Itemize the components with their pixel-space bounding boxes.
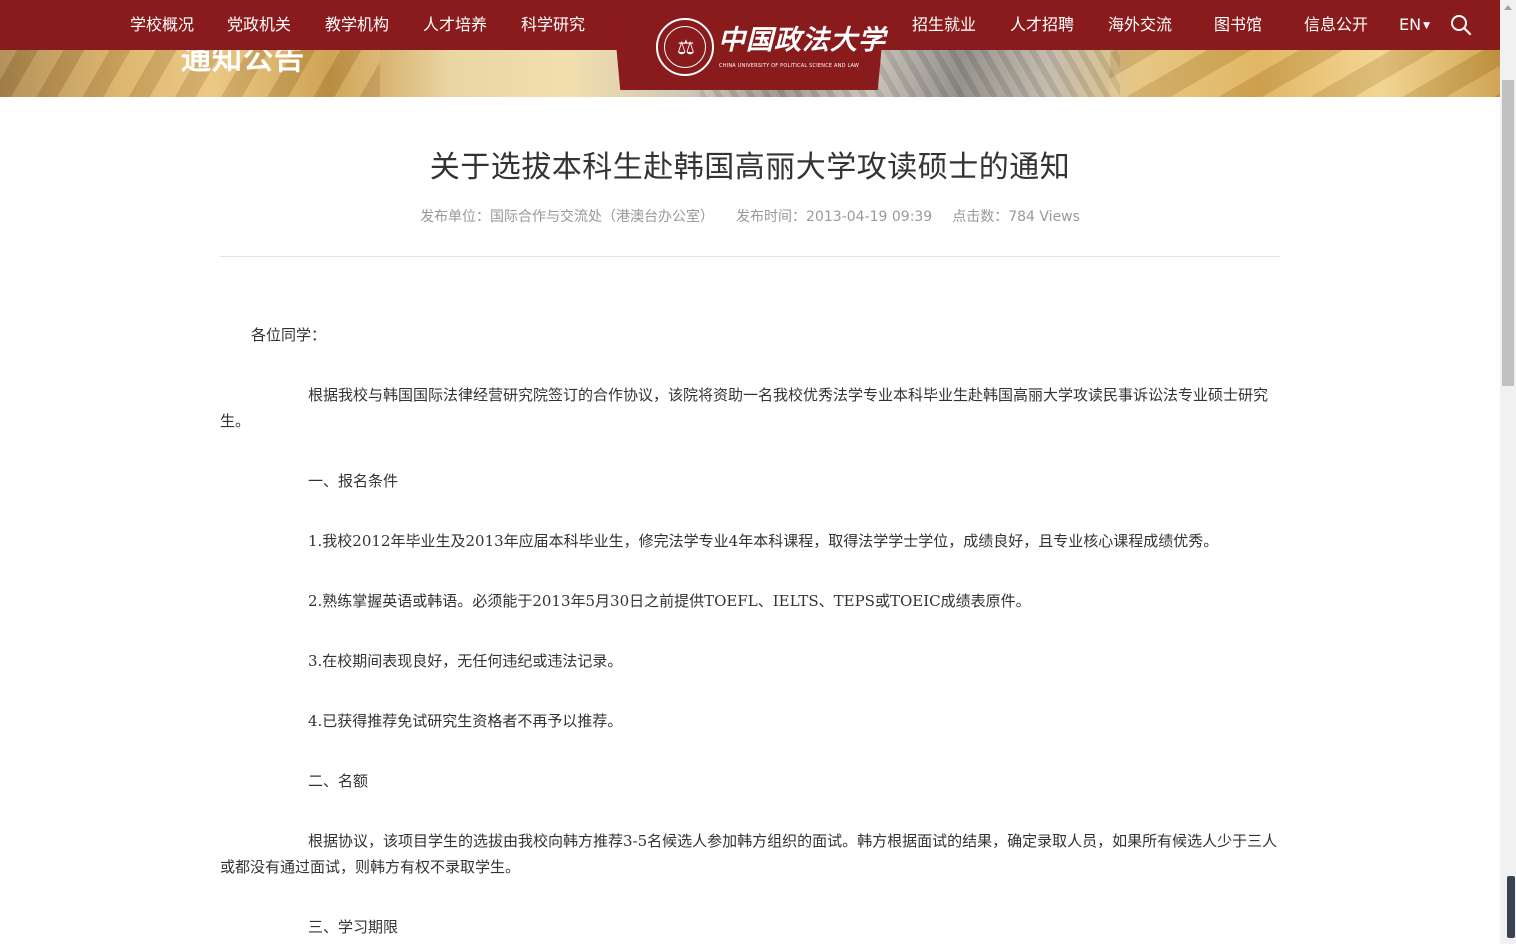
nav-item-recruitment[interactable]: 人才招聘 (1010, 0, 1074, 50)
search-icon[interactable] (1450, 14, 1472, 36)
section-heading: 二、名额 (308, 772, 369, 790)
nav-item-teaching-units[interactable]: 教学机构 (325, 0, 389, 50)
nav-item-admissions[interactable]: 招生就业 (912, 0, 976, 50)
title-divider (220, 256, 1280, 257)
view-count: 点击数：784 Views (952, 209, 1080, 225)
body-paragraph: 根据我校与韩国国际法律经营研究院签订的合作协议，该院将资助一名我校优秀法学专业本… (220, 386, 1269, 430)
language-label: EN (1399, 15, 1422, 34)
article-title: 关于选拔本科生赴韩国高丽大学攻读硕士的通知 (429, 150, 1071, 185)
salutation: 各位同学： (251, 326, 327, 344)
body-paragraph: 3.在校期间表现良好，无任何违纪或违法记录。 (308, 652, 623, 670)
nav-item-research[interactable]: 科学研究 (521, 0, 585, 50)
body-paragraph: 4.已获得推荐免试研究生资格者不再予以推荐。 (308, 712, 623, 730)
scales-of-justice-icon: ⚖ (677, 35, 695, 59)
nav-item-talent-training[interactable]: 人才培养 (423, 0, 487, 50)
floating-side-handle[interactable] (1507, 876, 1515, 938)
university-emblem-icon[interactable]: ⚖ (656, 18, 714, 76)
body-paragraph: 2.熟练掌握英语或韩语。必须能于2013年5月30日之前提供TOEFL、IELT… (308, 592, 1031, 610)
section-heading: 三、学习期限 (308, 918, 399, 936)
article-meta: 发布单位：国际合作与交流处（港澳台办公室） 发布时间：2013-04-19 09:… (220, 206, 1280, 228)
body-paragraph: 根据协议，该项目学生的选拔由我校向韩方推荐3-5名候选人参加韩方组织的面试。韩方… (220, 832, 1278, 876)
university-logo-english: CHINA UNIVERSITY OF POLITICAL SCIENCE AN… (719, 63, 860, 69)
publish-unit: 发布单位：国际合作与交流处（港澳台办公室） (420, 209, 715, 225)
emblem-ring: ⚖ (664, 26, 706, 68)
publish-time: 发布时间：2013-04-19 09:39 (736, 209, 933, 225)
nav-item-international[interactable]: 海外交流 (1108, 0, 1172, 50)
scroll-up-arrow-icon[interactable] (1500, 0, 1516, 16)
nav-item-party-admin[interactable]: 党政机关 (227, 0, 291, 50)
nav-item-info-disclosure[interactable]: 信息公开 (1304, 0, 1368, 50)
scrollbar-thumb[interactable] (1502, 80, 1514, 386)
language-switch[interactable]: EN ▼ (1399, 0, 1430, 50)
nav-item-library[interactable]: 图书馆 (1214, 0, 1262, 50)
body-paragraph: 1.我校2012年毕业生及2013年应届本科毕业生，修完法学专业4年本科课程，取… (308, 532, 1219, 550)
caret-down-icon: ▼ (1423, 21, 1430, 31)
nav-item-school-overview[interactable]: 学校概况 (130, 0, 194, 50)
university-logo-name[interactable]: 中国政法大学 (718, 24, 885, 58)
section-heading: 一、报名条件 (308, 472, 399, 490)
